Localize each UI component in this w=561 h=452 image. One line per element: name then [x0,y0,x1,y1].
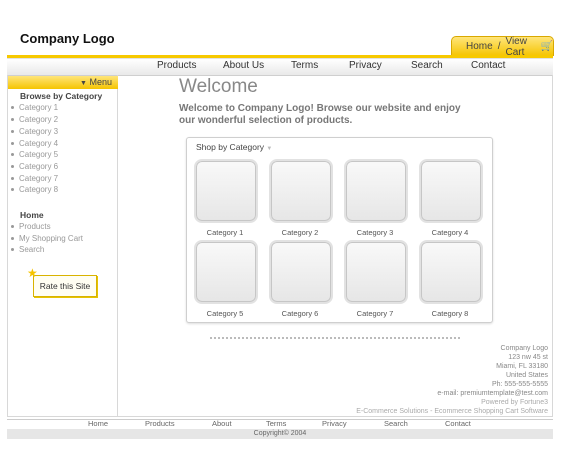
category-label-4[interactable]: Category 4 [415,228,485,237]
home-link[interactable]: Home [466,41,493,52]
nav-search[interactable]: Search [411,60,443,71]
sidebar-category-5[interactable]: Category 5 [11,150,58,159]
category-label-1[interactable]: Category 1 [190,228,260,237]
shop-by-category-title: Shop by Category ▼ [196,142,273,152]
bullet-icon [11,237,14,241]
footer-home[interactable]: Home [88,419,108,428]
main-nav: Products About Us Terms Privacy Search C… [7,58,553,76]
category-tile-1[interactable] [194,159,258,223]
category-label-5[interactable]: Category 5 [190,309,260,318]
sidebar-category-2[interactable]: Category 2 [11,115,58,124]
address-company: Company Logo [500,345,548,352]
nav-terms[interactable]: Terms [291,60,318,71]
category-tile-5[interactable] [194,240,258,304]
home-heading[interactable]: Home [20,210,44,220]
category-label-3[interactable]: Category 3 [340,228,410,237]
category-label-7[interactable]: Category 7 [340,309,410,318]
page-title: Welcome [179,76,258,97]
bullet-icon [11,177,14,181]
category-tile-3[interactable] [344,159,408,223]
footer-search[interactable]: Search [384,419,408,428]
bullet-icon [11,188,14,192]
sidebar-category-7[interactable]: Category 7 [11,174,58,183]
nav-privacy[interactable]: Privacy [349,60,382,71]
address-email[interactable]: e-mail: premiumtemplate@test.com [437,390,548,397]
menu-label: Menu [89,77,112,87]
footer-terms[interactable]: Terms [266,419,286,428]
link-divider: / [497,41,501,52]
cart-tab: Home / View Cart 🛒 [451,36,554,58]
sidebar-category-4[interactable]: Category 4 [11,139,58,148]
nav-contact[interactable]: Contact [471,60,505,71]
footer-about[interactable]: About [212,419,232,428]
company-logo[interactable]: Company Logo [20,31,115,46]
menu-bar[interactable]: ▼ Menu [8,76,118,89]
chevron-down-icon: ▼ [266,146,273,152]
powered-by-link[interactable]: Powered by Fortune3 [481,399,548,406]
category-tile-6[interactable] [269,240,333,304]
category-label-6[interactable]: Category 6 [265,309,335,318]
category-label-8[interactable]: Category 8 [415,309,485,318]
address-city: Miami, FL 33180 [496,363,548,370]
sidebar-shopping-cart[interactable]: My Shopping Cart [11,234,83,243]
sidebar-category-1[interactable]: Category 1 [11,103,58,112]
footer-products[interactable]: Products [145,419,175,428]
footer-privacy[interactable]: Privacy [322,419,347,428]
address-country: United States [505,372,548,379]
star-icon: ★ [27,266,38,280]
bullet-icon [11,142,14,146]
bullet-icon [11,130,14,134]
sidebar-products[interactable]: Products [11,222,51,231]
category-tile-4[interactable] [419,159,483,223]
category-label-2[interactable]: Category 2 [265,228,335,237]
sidebar-category-6[interactable]: Category 6 [11,162,58,171]
sidebar-search[interactable]: Search [11,245,44,254]
nav-about-us[interactable]: About Us [223,60,264,71]
menu-arrow-icon: ▼ [80,80,87,87]
footer-contact[interactable]: Contact [445,419,471,428]
category-tile-7[interactable] [344,240,408,304]
sidebar-category-3[interactable]: Category 3 [11,127,58,136]
ecommerce-link[interactable]: E-Commerce Solutions - Ecommerce Shoppin… [356,408,548,415]
divider [210,337,460,339]
copyright: Copyright© 2004 [7,429,553,439]
welcome-text: Welcome to Company Logo! Browse our webs… [179,103,461,126]
category-tile-2[interactable] [269,159,333,223]
category-tile-8[interactable] [419,240,483,304]
rate-site-button[interactable]: Rate this Site [33,275,97,297]
bullet-icon [11,165,14,169]
bullet-icon [11,106,14,110]
browse-heading: Browse by Category [20,91,103,101]
bullet-icon [11,153,14,157]
address-phone: Ph: 555-555-5555 [491,381,548,388]
nav-products[interactable]: Products [157,60,196,71]
address-street: 123 nw 45 st [508,354,548,361]
shopping-cart-icon[interactable]: 🛒 [541,41,553,52]
bullet-icon [11,225,14,229]
bullet-icon [11,248,14,252]
sidebar-category-8[interactable]: Category 8 [11,185,58,194]
bullet-icon [11,118,14,122]
